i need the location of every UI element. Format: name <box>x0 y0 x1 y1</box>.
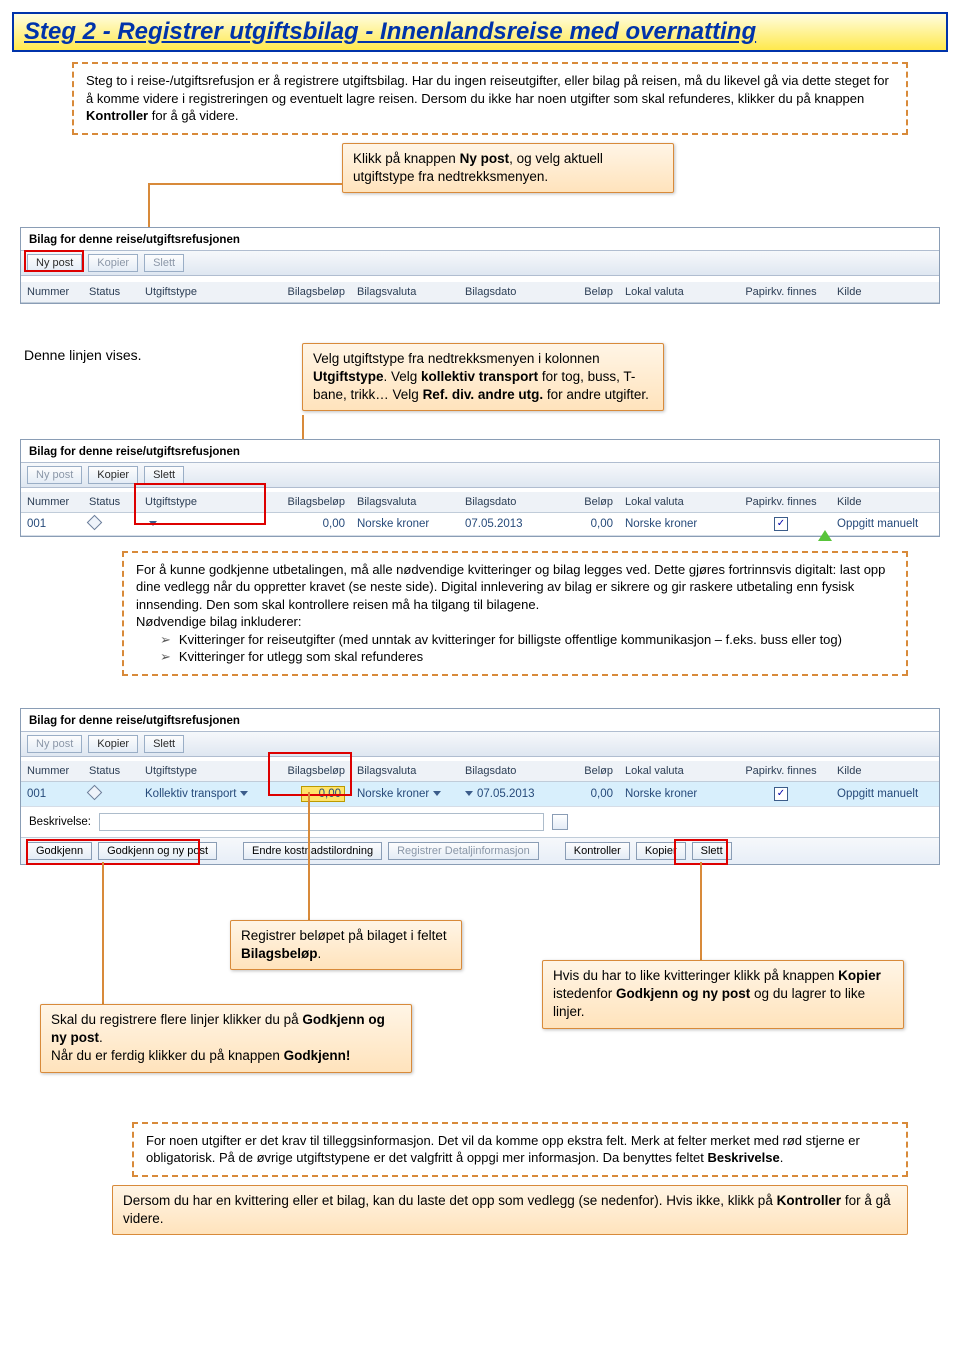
page-title: Steg 2 - Registrer utgiftsbilag - Innenl… <box>12 12 948 52</box>
endre-kostnad-button[interactable]: Endre kostnadstilordning <box>243 842 382 860</box>
kopier-button-2[interactable]: Kopier <box>636 842 686 860</box>
kopier-button[interactable]: Kopier <box>88 254 138 272</box>
callout-kopier: Hvis du har to like kvitteringer klikk p… <box>542 960 904 1029</box>
col-pap: Papirkv. finnes <box>731 282 831 302</box>
slett-button[interactable]: Slett <box>144 735 184 753</box>
col-status: Status <box>83 282 139 302</box>
col-kld: Kilde <box>831 282 939 302</box>
utgiftstype-dropdown[interactable] <box>139 514 263 534</box>
section-title-3: Bilag for denne reise/utgiftsrefusjonen <box>21 709 939 731</box>
section-title: Bilag for denne reise/utgiftsrefusjonen <box>21 228 939 250</box>
section-title-2: Bilag for denne reise/utgiftsrefusjonen <box>21 440 939 462</box>
beskrivelse-label: Beskrivelse: <box>29 816 91 828</box>
godkjenn-ny-button[interactable]: Godkjenn og ny post <box>98 842 217 860</box>
beskrivelse-expand-icon[interactable] <box>552 814 568 830</box>
slett-button[interactable]: Slett <box>144 254 184 272</box>
slett-button[interactable]: Slett <box>144 466 184 484</box>
callout-nypost: Klikk på knappen Ny post, og velg aktuel… <box>342 143 674 193</box>
denne-label: Denne linjen vises. <box>24 347 142 363</box>
beskrivelse-input[interactable] <box>99 813 544 831</box>
reg-detalj-button[interactable]: Registrer Detaljinformasjon <box>388 842 539 860</box>
callout-utgiftstype: Velg utgiftstype fra nedtrekksmenyen i k… <box>302 343 664 412</box>
col-nummer: Nummer <box>21 282 83 302</box>
dato-dropdown[interactable]: 07.05.2013 <box>459 784 555 804</box>
col-utg: Utgiftstype <box>139 282 263 302</box>
valuta-dropdown[interactable]: Norske kroner <box>351 784 459 804</box>
kopier-button[interactable]: Kopier <box>88 735 138 753</box>
col-lval: Lokal valuta <box>619 282 731 302</box>
nypost-button[interactable]: Ny post <box>27 254 82 272</box>
papirkv-checkbox[interactable]: ✓ <box>774 517 788 531</box>
intro-box: Steg to i reise-/utgiftsrefusjon er å re… <box>72 62 908 135</box>
slett-button-2[interactable]: Slett <box>692 842 732 860</box>
kontroller-button[interactable]: Kontroller <box>565 842 630 860</box>
arrow-up-icon <box>818 530 832 541</box>
kopier-button[interactable]: Kopier <box>88 466 138 484</box>
nypost-button[interactable]: Ny post <box>27 735 82 753</box>
tillegg-box: For noen utgifter er det krav til tilleg… <box>132 1122 908 1177</box>
col-bel: Beløp <box>555 282 619 302</box>
callout-belop: Registrer beløpet på bilaget i feltet Bi… <box>230 920 462 970</box>
vedlegg-box: Dersom du har en kvittering eller et bil… <box>112 1185 908 1235</box>
papirkv-checkbox[interactable]: ✓ <box>774 787 788 801</box>
kvitt-box: For å kunne godkjenne utbetalingen, må a… <box>122 551 908 676</box>
status-icon <box>87 785 103 801</box>
utgiftstype-dropdown[interactable]: Kollektiv transport <box>139 784 263 804</box>
table-row[interactable]: 001 0,00 Norske kroner 07.05.2013 0,00 N… <box>21 513 939 536</box>
nypost-button[interactable]: Ny post <box>27 466 82 484</box>
callout-godkjenn: Skal du registrere flere linjer klikker … <box>40 1004 412 1073</box>
table-row[interactable]: 001 Kollektiv transport 0,00 Norske kron… <box>21 782 939 807</box>
col-bval: Bilagsvaluta <box>351 282 459 302</box>
col-bbel: Bilagsbeløp <box>263 282 351 302</box>
status-icon <box>87 514 103 530</box>
col-bdt: Bilagsdato <box>459 282 555 302</box>
godkjenn-button[interactable]: Godkjenn <box>27 842 92 860</box>
